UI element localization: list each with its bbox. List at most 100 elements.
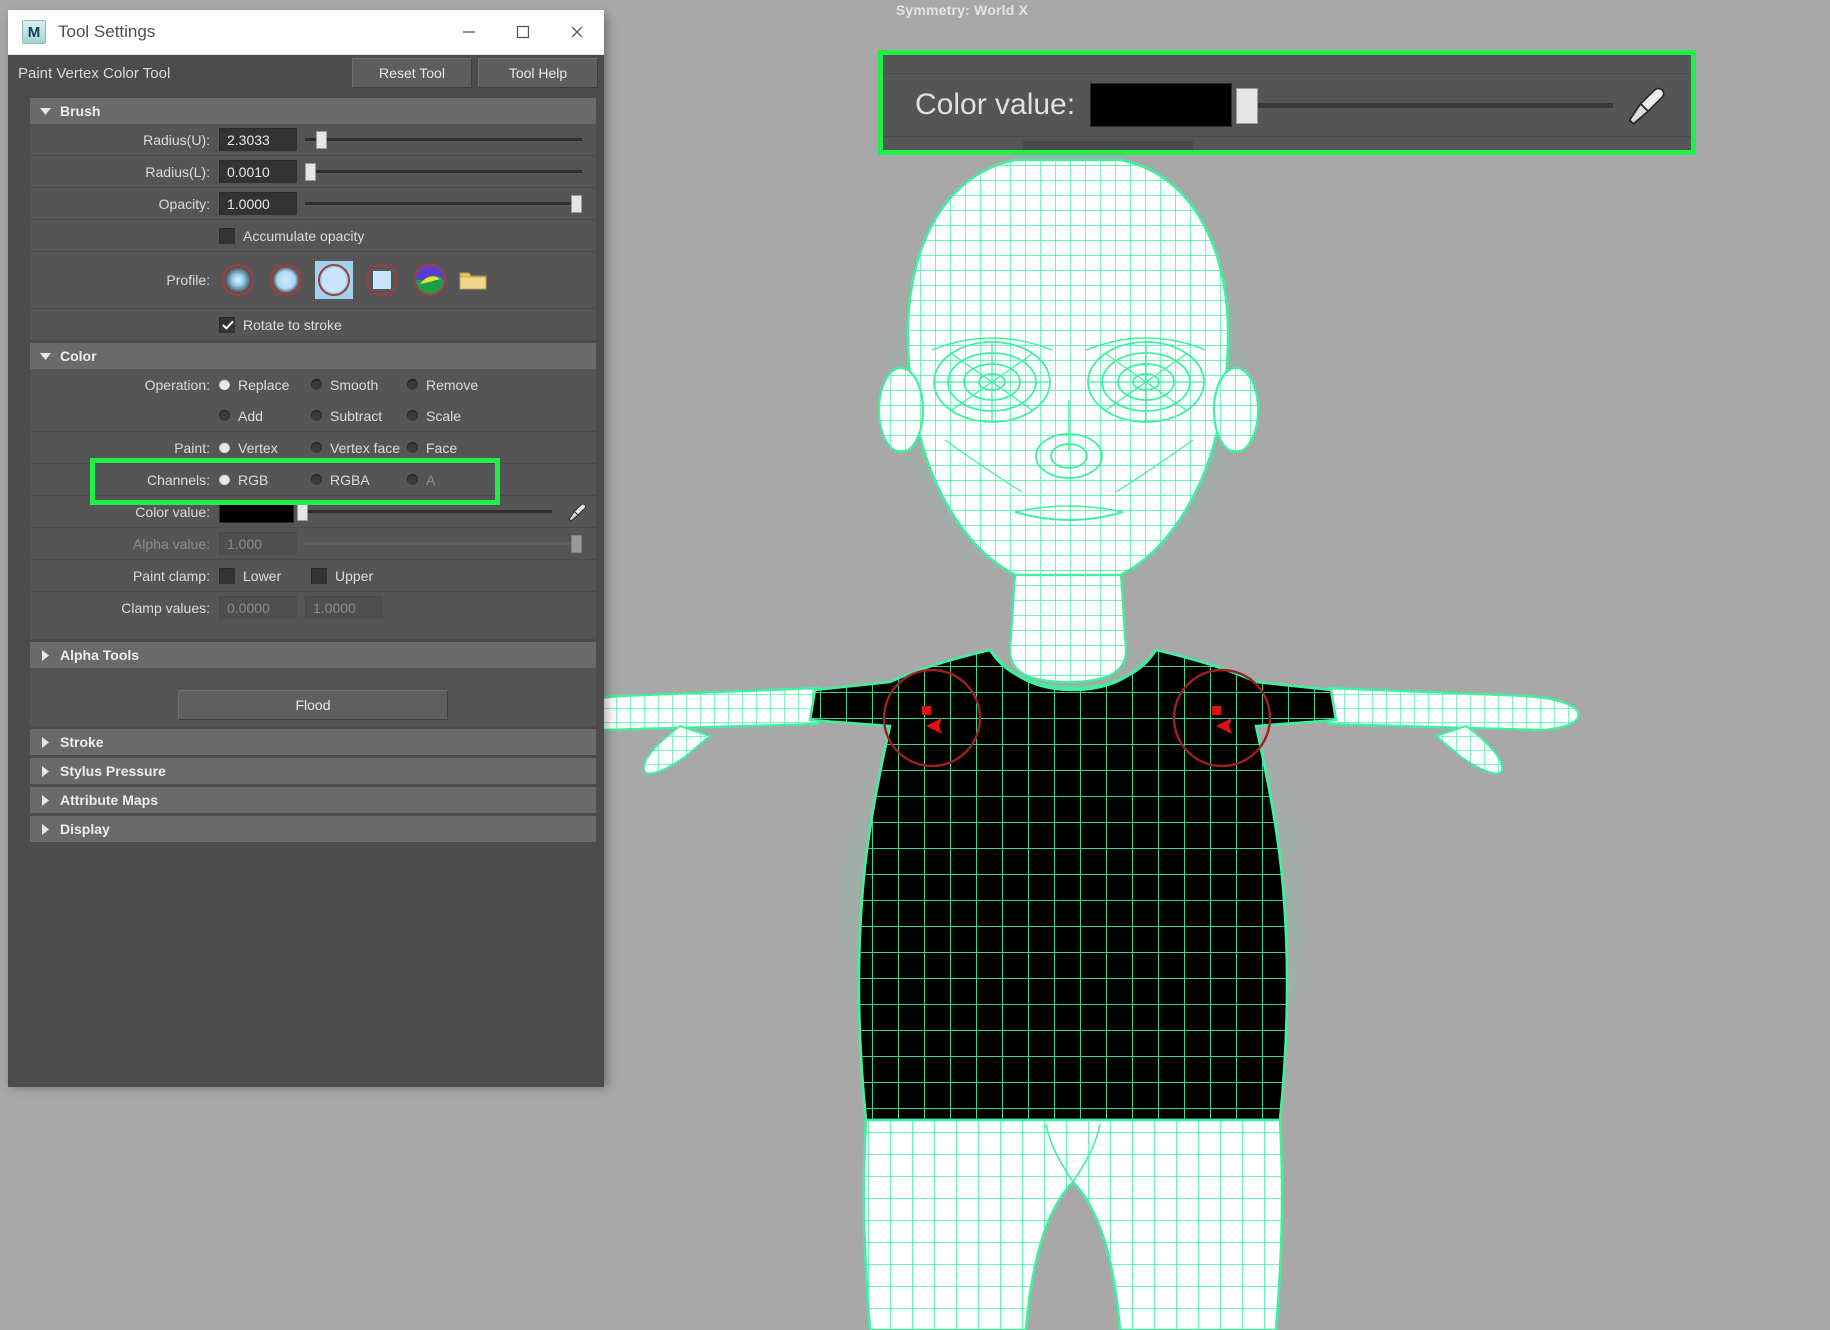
maya-m-icon: M (22, 20, 46, 44)
operation-row-1: Operation: Replace Smooth Remove (30, 369, 596, 400)
radius-u-input[interactable]: 2.3033 (219, 128, 297, 151)
paint-clamp-row: Paint clamp: Lower Upper (30, 560, 596, 592)
profile-hard-circle[interactable] (315, 261, 353, 299)
profile-soft-gaussian[interactable] (219, 261, 257, 299)
operation-option-subtract[interactable]: Subtract (311, 408, 407, 424)
flood-row: Flood (30, 684, 596, 726)
alpha-value-label: Alpha value: (132, 535, 210, 552)
reset-tool-button[interactable]: Reset Tool (352, 58, 472, 88)
radio-icon (407, 442, 418, 453)
opacity-row: Opacity: 1.0000 (30, 188, 596, 220)
slider-handle (571, 535, 582, 553)
accumulate-opacity-checkbox[interactable] (219, 227, 235, 244)
profile-square[interactable] (363, 261, 401, 299)
color-value-swatch[interactable] (219, 500, 294, 523)
paint-clamp-upper-checkbox[interactable] (311, 567, 327, 584)
clamp-values-label: Clamp values: (121, 599, 210, 616)
window-titlebar[interactable]: M Tool Settings (8, 10, 604, 55)
tool-settings-window[interactable]: M Tool Settings Paint Vertex Color Tool … (8, 10, 604, 1087)
tool-settings-body: Brush Radius(U): 2.3033 Radius(L): 0.001… (8, 91, 604, 1087)
chevron-right-icon (30, 794, 60, 806)
slider-handle[interactable] (297, 503, 308, 521)
clamp-values-row: Clamp values: 0.0000 1.0000 (30, 592, 596, 623)
stroke-title: Stroke (60, 734, 104, 750)
tool-help-button[interactable]: Tool Help (478, 58, 598, 88)
magnified-color-value-row: Color value: (883, 73, 1691, 137)
stylus-pressure-section-header[interactable]: Stylus Pressure (30, 758, 596, 784)
operation-option-add[interactable]: Add (219, 408, 311, 424)
maximize-button[interactable] (496, 10, 550, 54)
slider-handle[interactable] (316, 131, 328, 149)
slider-track (305, 202, 582, 205)
radio-icon (407, 474, 418, 485)
minimize-icon (463, 31, 475, 33)
section-spacer (30, 623, 596, 639)
color-section-header[interactable]: Color (30, 343, 596, 369)
operation-option-scale[interactable]: Scale (407, 408, 461, 424)
opacity-input[interactable]: 1.0000 (219, 192, 297, 215)
flood-spacer (30, 668, 596, 684)
slider-handle[interactable] (305, 163, 316, 181)
display-section-header[interactable]: Display (30, 816, 596, 842)
color-value-label: Color value: (135, 503, 210, 520)
paint-label: Paint: (174, 439, 210, 456)
radio-icon (219, 442, 230, 453)
right-thumb (1433, 724, 1504, 775)
alpha-tools-section-header[interactable]: Alpha Tools (30, 642, 596, 668)
paint-option-vertex[interactable]: Vertex (219, 440, 311, 456)
symmetry-status-label: Symmetry: World X (895, 2, 1029, 18)
rotate-to-stroke-checkbox[interactable] (219, 316, 235, 333)
folder-browse-icon[interactable] (459, 269, 487, 291)
paint-clamp-lower-checkbox[interactable] (219, 567, 235, 584)
minimize-button[interactable] (442, 10, 496, 54)
radius-l-slider[interactable] (305, 160, 582, 183)
stroke-section-header[interactable]: Stroke (30, 729, 596, 755)
color-value-slider[interactable] (297, 500, 552, 523)
channels-option-rgba[interactable]: RGBA (311, 472, 407, 488)
legs-mesh (863, 1120, 1283, 1330)
rotate-to-stroke-row: Rotate to stroke (30, 309, 596, 340)
tool-header-bar: Paint Vertex Color Tool Reset Tool Tool … (8, 55, 604, 91)
opacity-slider[interactable] (305, 192, 582, 215)
magnified-color-value-slider[interactable] (1236, 84, 1613, 126)
medium-soft-icon (270, 264, 302, 296)
paint-clamp-lower[interactable]: Lower (219, 567, 311, 584)
character-model[interactable] (560, 120, 1830, 1330)
slider-track (297, 510, 552, 513)
paint-option-vertex-face[interactable]: Vertex face (311, 440, 407, 456)
eyedropper-icon[interactable] (566, 501, 588, 523)
color-section-content: Operation: Replace Smooth Remove Add Sub… (30, 369, 596, 623)
slider-track (305, 138, 582, 141)
chevron-right-icon (30, 765, 60, 777)
paint-option-face[interactable]: Face (407, 440, 457, 456)
operation-option-replace[interactable]: Replace (219, 377, 311, 393)
custom-image-profile-icon (414, 264, 446, 296)
operation-option-smooth[interactable]: Smooth (311, 377, 407, 393)
channels-option-a: A (407, 472, 435, 488)
attribute-maps-section-header[interactable]: Attribute Maps (30, 787, 596, 813)
paint-clamp-label: Paint clamp: (132, 567, 210, 584)
profile-custom-image[interactable] (411, 261, 449, 299)
magnified-color-value-swatch[interactable] (1090, 83, 1232, 127)
color-value-row-magnified: Color value: (883, 55, 1691, 150)
radius-l-input[interactable]: 0.0010 (219, 160, 297, 183)
paint-clamp-upper[interactable]: Upper (311, 567, 373, 584)
operation-label: Operation: (144, 376, 210, 393)
brush-section-header[interactable]: Brush (30, 98, 596, 124)
operation-option-remove[interactable]: Remove (407, 377, 478, 393)
alpha-value-input: 1.000 (219, 532, 297, 555)
channels-option-rgb[interactable]: RGB (219, 472, 311, 488)
flood-button[interactable]: Flood (178, 690, 448, 720)
radio-icon (311, 410, 322, 421)
chevron-down-icon (30, 107, 60, 116)
profile-medium-soft[interactable] (267, 261, 305, 299)
magnified-eyedropper-icon[interactable] (1623, 82, 1669, 128)
slider-handle[interactable] (571, 195, 582, 213)
alpha-value-slider (305, 532, 582, 555)
close-button[interactable] (550, 10, 604, 54)
operation-row-2: Add Subtract Scale (30, 400, 596, 432)
radius-u-slider[interactable] (305, 128, 582, 151)
radius-u-row: Radius(U): 2.3033 (30, 124, 596, 156)
accumulate-opacity-row: Accumulate opacity (30, 220, 596, 252)
slider-handle[interactable] (1236, 88, 1258, 124)
